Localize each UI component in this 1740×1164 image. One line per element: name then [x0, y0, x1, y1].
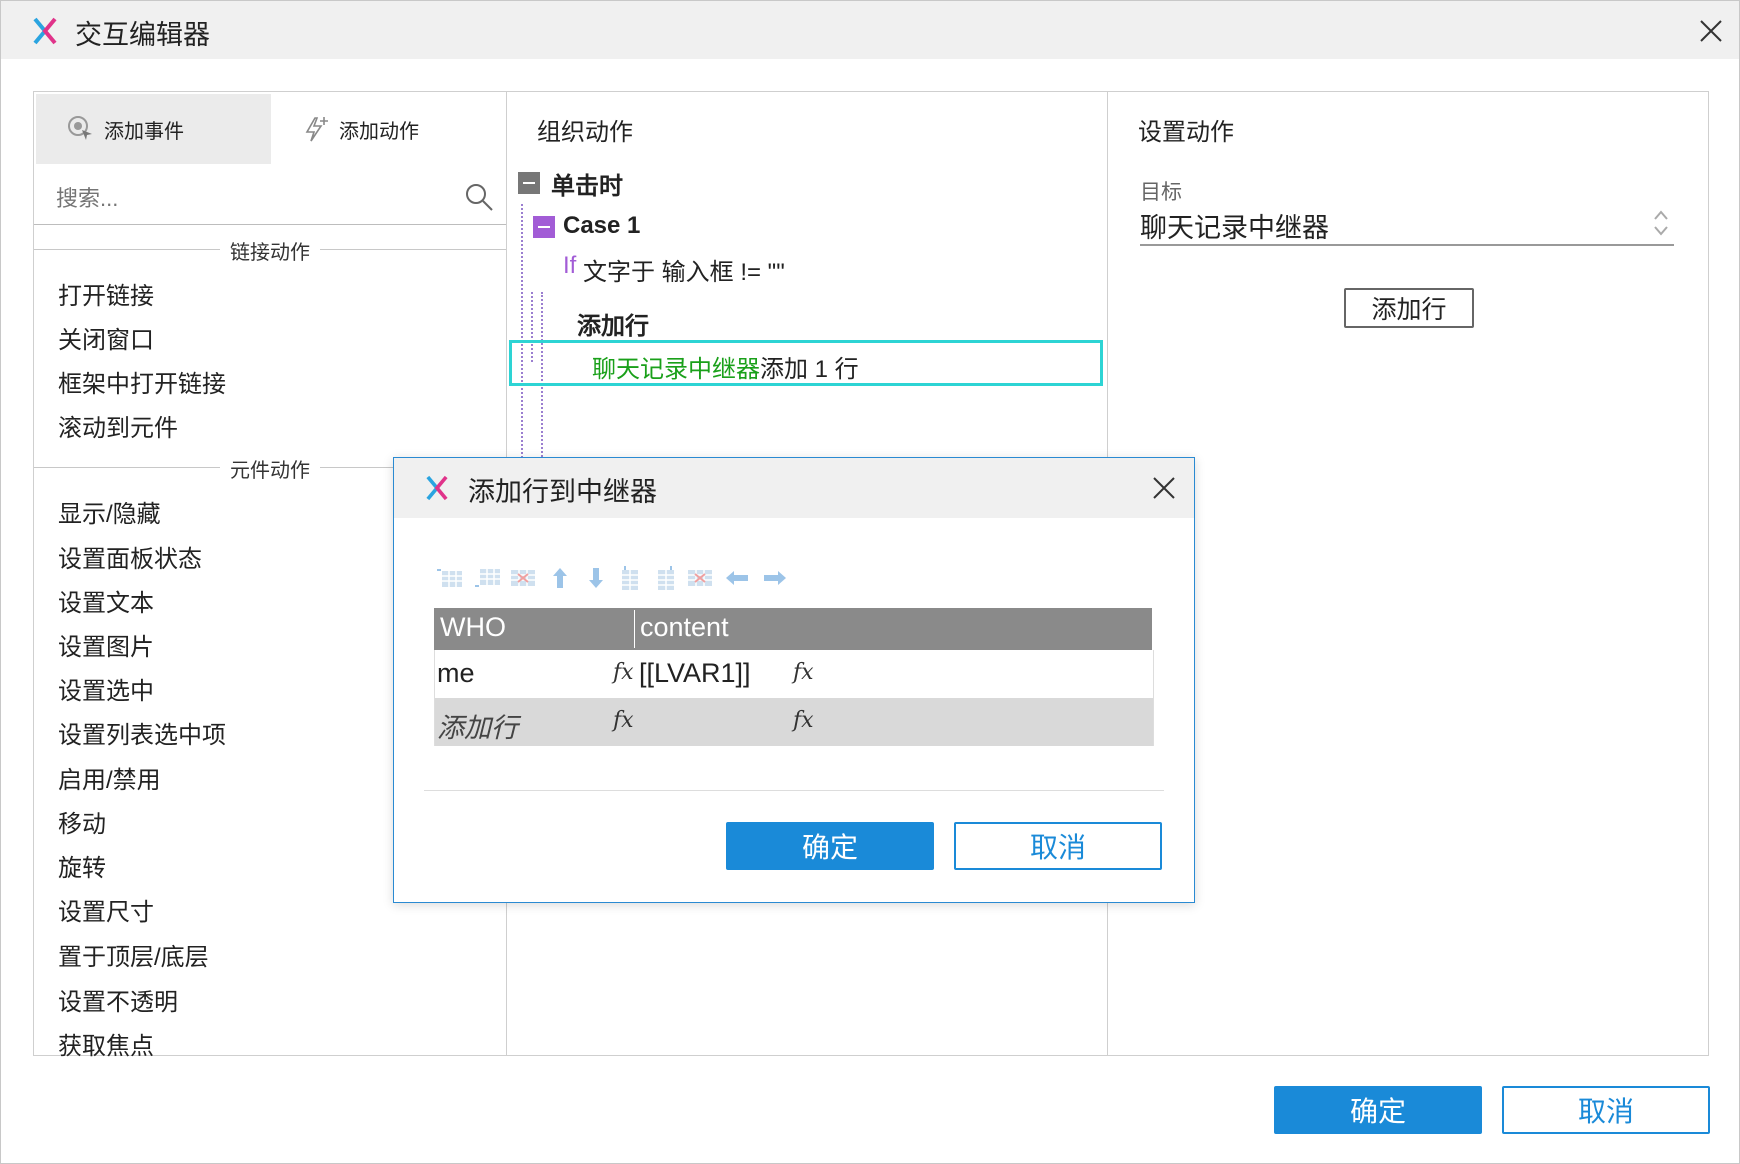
- action-detail-rest: 添加 1 行: [760, 356, 859, 383]
- case-label: Case 1: [563, 212, 641, 239]
- add-action-icon: [305, 117, 328, 142]
- cell-add-row-placeholder[interactable]: 添加行: [437, 706, 518, 745]
- interaction-editor-window: 交互编辑器 添加事件 添加动作 链接动作: [0, 0, 1740, 1164]
- case-row[interactable]: Case 1: [529, 210, 1069, 246]
- table-header: WHO content: [434, 608, 1152, 650]
- action-set-text[interactable]: 设置文本: [58, 583, 154, 618]
- move-left-icon[interactable]: [724, 566, 752, 590]
- action-show-hide[interactable]: 显示/隐藏: [58, 494, 161, 529]
- action-move[interactable]: 移动: [58, 804, 106, 839]
- select-updown-icon: [1654, 210, 1668, 236]
- action-add-row-label[interactable]: 添加行: [577, 306, 649, 341]
- table-row[interactable]: me fx [[LVAR1]] fx: [434, 650, 1154, 698]
- event-row[interactable]: 单击时: [515, 164, 1075, 204]
- cancel-button[interactable]: 取消: [1502, 1086, 1710, 1134]
- action-focus[interactable]: 获取焦点: [58, 1026, 154, 1061]
- move-right-icon[interactable]: [760, 566, 788, 590]
- move-up-icon[interactable]: [546, 566, 574, 590]
- column-header-who[interactable]: WHO: [440, 612, 506, 643]
- fx-icon[interactable]: fx: [793, 708, 814, 733]
- event-label: 单击时: [551, 173, 623, 200]
- action-set-selected[interactable]: 设置选中: [58, 671, 154, 706]
- condition-if-keyword: If: [563, 252, 577, 279]
- selected-action-row[interactable]: 聊天记录中继器 添加 1 行: [509, 340, 1103, 386]
- section-label-link-actions: 链接动作: [220, 236, 320, 265]
- action-set-size[interactable]: 设置尺寸: [58, 892, 154, 927]
- action-open-link[interactable]: 打开链接: [58, 276, 154, 311]
- tree-connector: [521, 204, 523, 474]
- action-scroll-to-widget[interactable]: 滚动到元件: [58, 408, 178, 443]
- tab-add-event-label: 添加事件: [104, 120, 184, 143]
- insert-row-below-icon[interactable]: [474, 566, 502, 590]
- dialog-title-bar: 添加行到中继器: [394, 458, 1194, 518]
- action-set-opacity[interactable]: 设置不透明: [58, 982, 178, 1017]
- tab-add-action-label: 添加动作: [339, 120, 419, 143]
- dialog-divider: [424, 790, 1164, 791]
- dialog-cancel-button[interactable]: 取消: [954, 822, 1162, 870]
- tab-add-event[interactable]: 添加事件: [36, 94, 271, 164]
- delete-row-icon[interactable]: [509, 566, 537, 590]
- fx-icon[interactable]: fx: [613, 708, 634, 733]
- configure-action-title: 设置动作: [1138, 119, 1234, 146]
- target-select[interactable]: 聊天记录中继器: [1140, 202, 1674, 246]
- add-row-dialog: 添加行到中继器 WHO content me fx [[LVAR1]] fx 添…: [393, 457, 1195, 903]
- close-icon[interactable]: [1699, 19, 1723, 43]
- action-close-window[interactable]: 关闭窗口: [58, 320, 154, 355]
- action-enable-disable[interactable]: 启用/禁用: [58, 760, 161, 795]
- dialog-ok-button[interactable]: 确定: [726, 822, 934, 870]
- axure-logo-icon: [33, 17, 57, 45]
- ok-button[interactable]: 确定: [1274, 1086, 1482, 1134]
- target-select-value: 聊天记录中继器: [1140, 213, 1329, 243]
- column-header-content[interactable]: content: [640, 612, 729, 643]
- insert-column-left-icon[interactable]: [616, 566, 644, 590]
- cell-who[interactable]: me: [437, 658, 475, 689]
- axure-logo-icon: [426, 475, 448, 501]
- title-bar: 交互编辑器: [1, 1, 1739, 59]
- dialog-close-icon[interactable]: [1152, 476, 1176, 500]
- table-row-add[interactable]: 添加行 fx fx: [434, 698, 1154, 746]
- action-rotate[interactable]: 旋转: [58, 848, 106, 883]
- add-row-button[interactable]: 添加行: [1344, 288, 1474, 328]
- action-set-list-selected[interactable]: 设置列表选中项: [58, 715, 226, 750]
- move-down-icon[interactable]: [582, 566, 610, 590]
- tab-add-action[interactable]: 添加动作: [271, 94, 506, 164]
- action-bring-to-front-back[interactable]: 置于顶层/底层: [58, 937, 209, 972]
- section-label-widget-actions: 元件动作: [220, 454, 320, 483]
- action-set-image[interactable]: 设置图片: [58, 627, 154, 662]
- window-title: 交互编辑器: [75, 20, 210, 50]
- right-panel: 设置动作 目标 聊天记录中继器 添加行: [1107, 91, 1709, 1056]
- delete-column-icon[interactable]: [686, 566, 714, 590]
- column-divider: [634, 610, 635, 648]
- fx-icon[interactable]: fx: [613, 660, 634, 685]
- collapse-case-icon[interactable]: [533, 216, 555, 238]
- action-open-link-in-frame[interactable]: 框架中打开链接: [58, 364, 226, 399]
- action-set-panel-state[interactable]: 设置面板状态: [58, 539, 202, 574]
- organize-actions-title: 组织动作: [537, 119, 633, 146]
- insert-row-above-icon[interactable]: [436, 566, 464, 590]
- condition-row[interactable]: If 文字于 输入框 != "": [563, 252, 1083, 286]
- dialog-title: 添加行到中继器: [468, 477, 657, 507]
- cell-content[interactable]: [[LVAR1]]: [639, 658, 751, 689]
- search-divider: [34, 224, 506, 225]
- search-icon[interactable]: [464, 182, 494, 212]
- add-event-icon: [68, 116, 92, 140]
- fx-icon[interactable]: fx: [793, 660, 814, 685]
- collapse-event-icon[interactable]: [518, 172, 540, 194]
- search-input[interactable]: [54, 178, 428, 220]
- insert-column-right-icon[interactable]: [652, 566, 680, 590]
- action-target: 聊天记录中继器: [592, 356, 760, 383]
- condition-text: 文字于 输入框 != "": [583, 259, 785, 286]
